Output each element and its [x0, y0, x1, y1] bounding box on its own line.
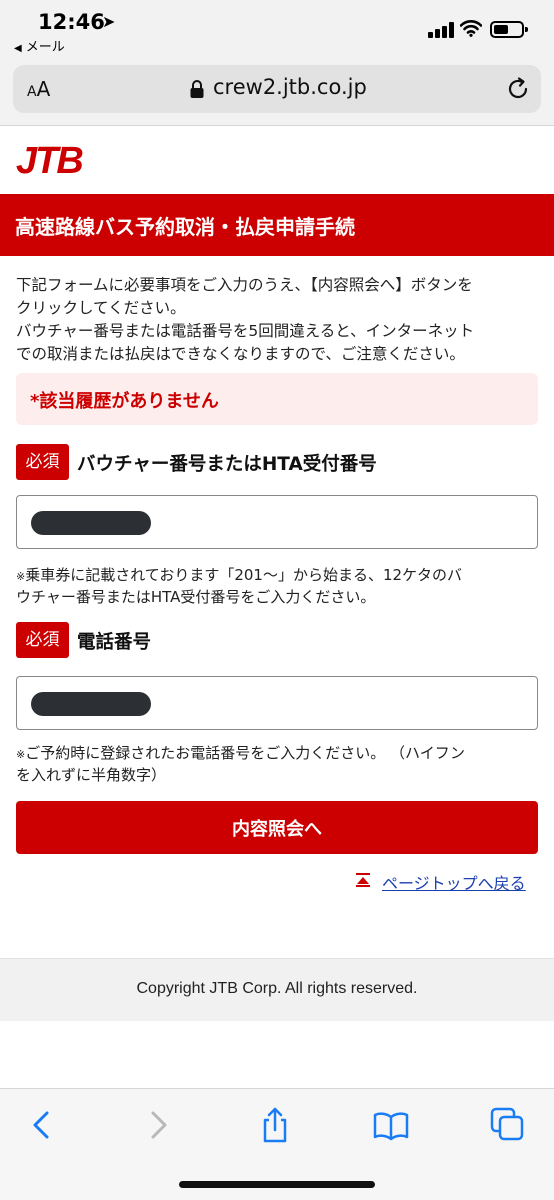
- share-icon[interactable]: [255, 1105, 295, 1145]
- voucher-label: バウチャー番号またはHTA受付番号: [77, 454, 377, 475]
- page-top-link[interactable]: ページトップへ戻る: [382, 870, 526, 894]
- redacted-value: [31, 692, 151, 716]
- error-message-box: *該当履歴がありません: [16, 373, 538, 425]
- intro-line: での取消または払戻はできなくなりますので、ご注意ください。: [16, 345, 465, 363]
- home-indicator: [179, 1181, 375, 1188]
- required-badge: 必須: [16, 444, 69, 480]
- phone-label: 電話番号: [77, 632, 152, 653]
- intro-line: クリックしてください。: [16, 299, 186, 317]
- back-app-label: メール: [25, 40, 65, 55]
- intro-line: 下記フォームに必要事項をご入力のうえ、【内容照会へ】ボタンを: [16, 276, 473, 294]
- forward-chevron-icon[interactable]: [138, 1105, 178, 1145]
- intro-text: 下記フォームに必要事項をご入力のうえ、【内容照会へ】ボタンを クリックしてくださ…: [16, 274, 542, 366]
- back-to-app-link[interactable]: ◀ メール: [14, 36, 65, 55]
- error-message: *該当履歴がありません: [30, 391, 219, 412]
- bookmarks-icon[interactable]: [371, 1105, 411, 1145]
- status-time: 12:46: [38, 10, 105, 34]
- back-triangle-icon: ◀: [14, 43, 22, 54]
- jtb-logo[interactable]: JTB: [14, 137, 88, 181]
- voucher-note: ※乗車券に記載されております「201〜」から始まる、12ケタのバ ウチャー番号ま…: [16, 566, 463, 606]
- tabs-icon[interactable]: [488, 1105, 528, 1145]
- inquiry-submit-button[interactable]: 内容照会へ: [16, 801, 538, 854]
- svg-text:JTB: JTB: [16, 140, 83, 181]
- page-title-bar: 高速路線バス予約取消・払戻申請手続: [0, 194, 554, 256]
- url-text: crew2.jtb.co.jp: [213, 75, 367, 99]
- reload-icon[interactable]: [505, 76, 531, 102]
- redacted-value: [31, 511, 151, 535]
- voucher-number-input[interactable]: [16, 495, 538, 549]
- copyright-text: Copyright JTB Corp. All rights reserved.: [136, 980, 418, 997]
- page-top-icon: [356, 873, 370, 887]
- intro-line: バウチャー番号または電話番号を5回間違えると、インターネット: [16, 322, 475, 340]
- battery-icon: [490, 21, 528, 38]
- footer: Copyright JTB Corp. All rights reserved.: [0, 958, 554, 1021]
- browser-address-area: AA crew2.jtb.co.jp: [0, 58, 554, 126]
- lock-icon: [190, 80, 204, 98]
- status-bar: 12:46 ➤ ◀ メール: [0, 0, 554, 58]
- text-size-button[interactable]: AA: [27, 77, 50, 101]
- wifi-icon: [460, 20, 482, 37]
- phone-note: ※ご予約時に登録されたお電話番号をご入力ください。 （ハイフン を入れずに半角数…: [16, 744, 465, 784]
- location-arrow-icon: ➤: [102, 12, 116, 31]
- phone-number-input[interactable]: [16, 676, 538, 730]
- required-badge: 必須: [16, 622, 69, 658]
- cellular-signal-icon: [428, 22, 454, 38]
- address-bar[interactable]: AA crew2.jtb.co.jp: [13, 65, 541, 113]
- page-title: 高速路線バス予約取消・払戻申請手続: [15, 215, 355, 239]
- back-chevron-icon[interactable]: [22, 1105, 62, 1145]
